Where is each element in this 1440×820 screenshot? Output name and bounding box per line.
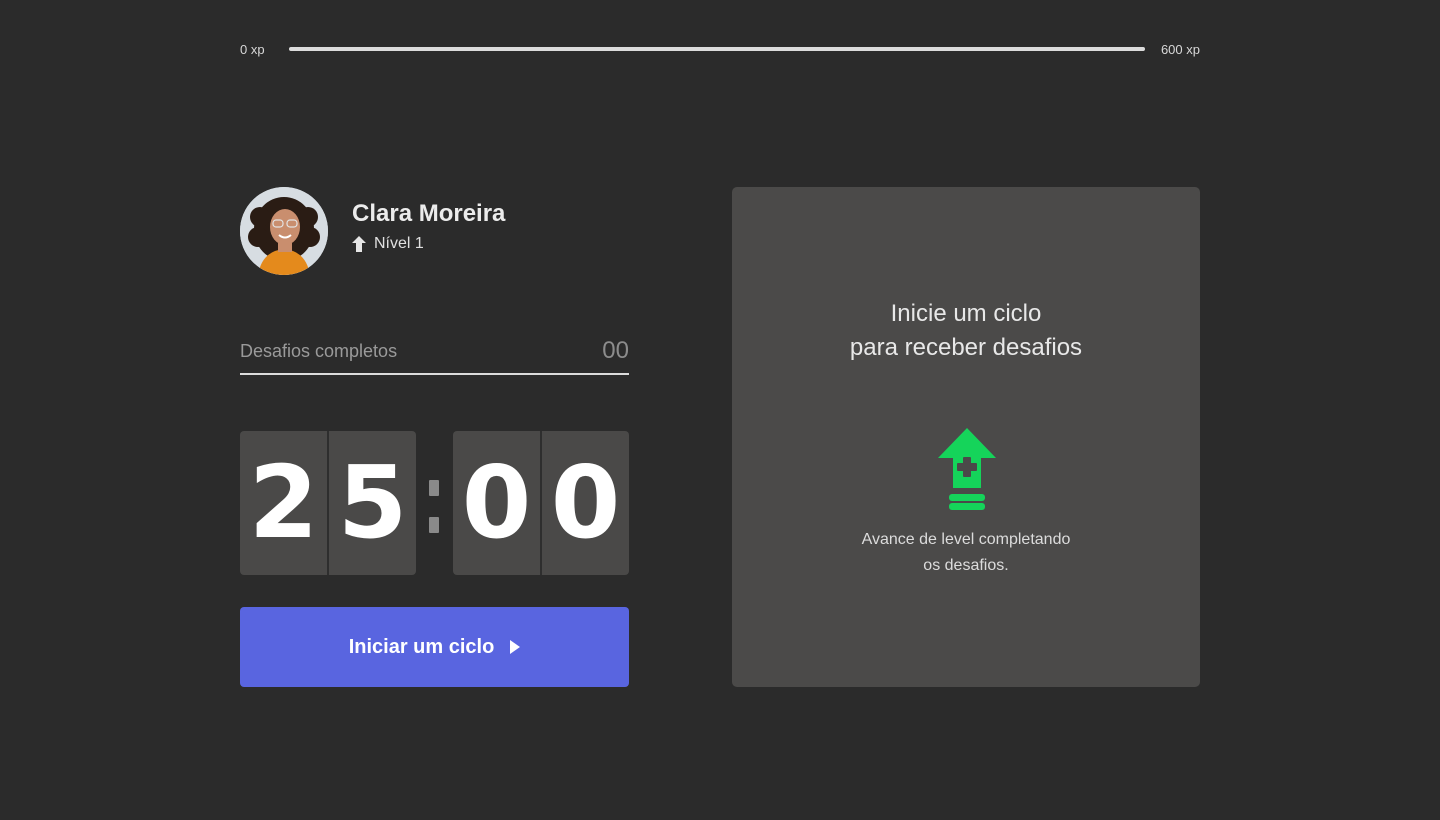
seconds-tens-digit: 0 [453, 431, 542, 575]
seconds-ones-digit: 0 [550, 444, 621, 561]
completed-challenges-label: Desafios completos [240, 340, 398, 361]
play-icon [510, 640, 521, 654]
challenge-title-line: Inicie um ciclo [890, 300, 1042, 327]
separator-dot [429, 480, 439, 496]
completed-challenges-count: 00 [602, 337, 629, 364]
completed-challenges: Desafios completos 00 [240, 331, 629, 375]
challenge-box-hint: Avance de level completando os desafios. [732, 527, 1200, 579]
xp-progress-track [288, 47, 1145, 51]
level-label: Nível 1 [374, 235, 424, 252]
minutes-group: 2 5 [240, 431, 416, 575]
left-column: Clara Moreira Nível 1 Desafios completos… [240, 187, 629, 687]
challenge-hint-line: Avance de level completando [861, 531, 1071, 548]
challenge-box-title: Inicie um ciclo para receber desafios [732, 297, 1200, 365]
xp-max-label: 600 xp [1160, 41, 1200, 57]
start-cycle-button[interactable]: Iniciar um ciclo [240, 607, 629, 687]
moveit-app: 0 xp 600 xp Clara Moreira Nível 1 Desafi… [0, 0, 1440, 820]
profile: Clara Moreira Nível 1 [240, 187, 629, 275]
seconds-group: 0 0 [453, 431, 629, 575]
challenge-hint-line: os desafios. [923, 557, 1009, 574]
countdown: 2 5 0 0 [240, 431, 629, 575]
challenge-box: Inicie um ciclo para receber desafios Av… [732, 187, 1200, 687]
level-up-arrow-icon [352, 236, 366, 252]
countdown-separator [416, 431, 453, 575]
start-cycle-label: Iniciar um ciclo [348, 635, 495, 658]
challenge-title-line: para receber desafios [849, 334, 1083, 361]
experience-bar: 0 xp 600 xp [240, 38, 1200, 60]
profile-info: Clara Moreira Nível 1 [352, 199, 505, 253]
avatar-image [240, 187, 328, 275]
minutes-tens-digit: 2 [240, 431, 329, 575]
level-up-icon [937, 428, 997, 510]
profile-name: Clara Moreira [352, 200, 506, 227]
profile-level: Nível 1 [352, 235, 505, 253]
xp-min-label: 0 xp [240, 41, 265, 57]
separator-dot [429, 517, 439, 533]
avatar [240, 187, 328, 275]
minutes-ones-digit: 5 [337, 444, 408, 561]
